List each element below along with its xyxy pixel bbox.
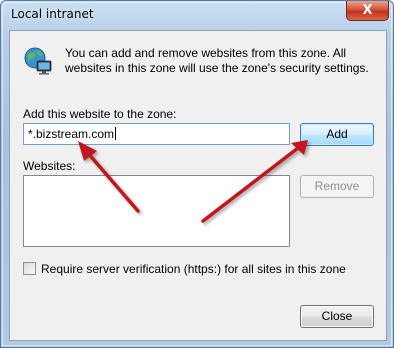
- website-input[interactable]: *.bizstream.com: [23, 123, 290, 145]
- require-verification-checkbox[interactable]: [23, 262, 36, 275]
- website-input-value: *.bizstream.com: [28, 127, 115, 141]
- text-caret: [115, 127, 117, 140]
- zone-info-text: You can add and remove websites from thi…: [65, 46, 369, 75]
- dialog-client-area: You can add and remove websites from thi…: [9, 30, 387, 341]
- websites-list[interactable]: [23, 175, 290, 247]
- websites-label: Websites:: [23, 159, 76, 173]
- add-website-label: Add this website to the zone:: [23, 107, 177, 121]
- dialog-window: Local intranet X You can add and remove …: [0, 0, 394, 348]
- window-close-button[interactable]: X: [346, 1, 389, 21]
- window-title: Local intranet: [11, 7, 94, 21]
- globe-monitor-icon: [24, 47, 52, 75]
- close-button[interactable]: Close: [300, 305, 374, 328]
- require-verification-label[interactable]: Require server verification (https:) for…: [41, 262, 346, 276]
- add-button[interactable]: Add: [300, 123, 374, 146]
- remove-button[interactable]: Remove: [300, 175, 374, 198]
